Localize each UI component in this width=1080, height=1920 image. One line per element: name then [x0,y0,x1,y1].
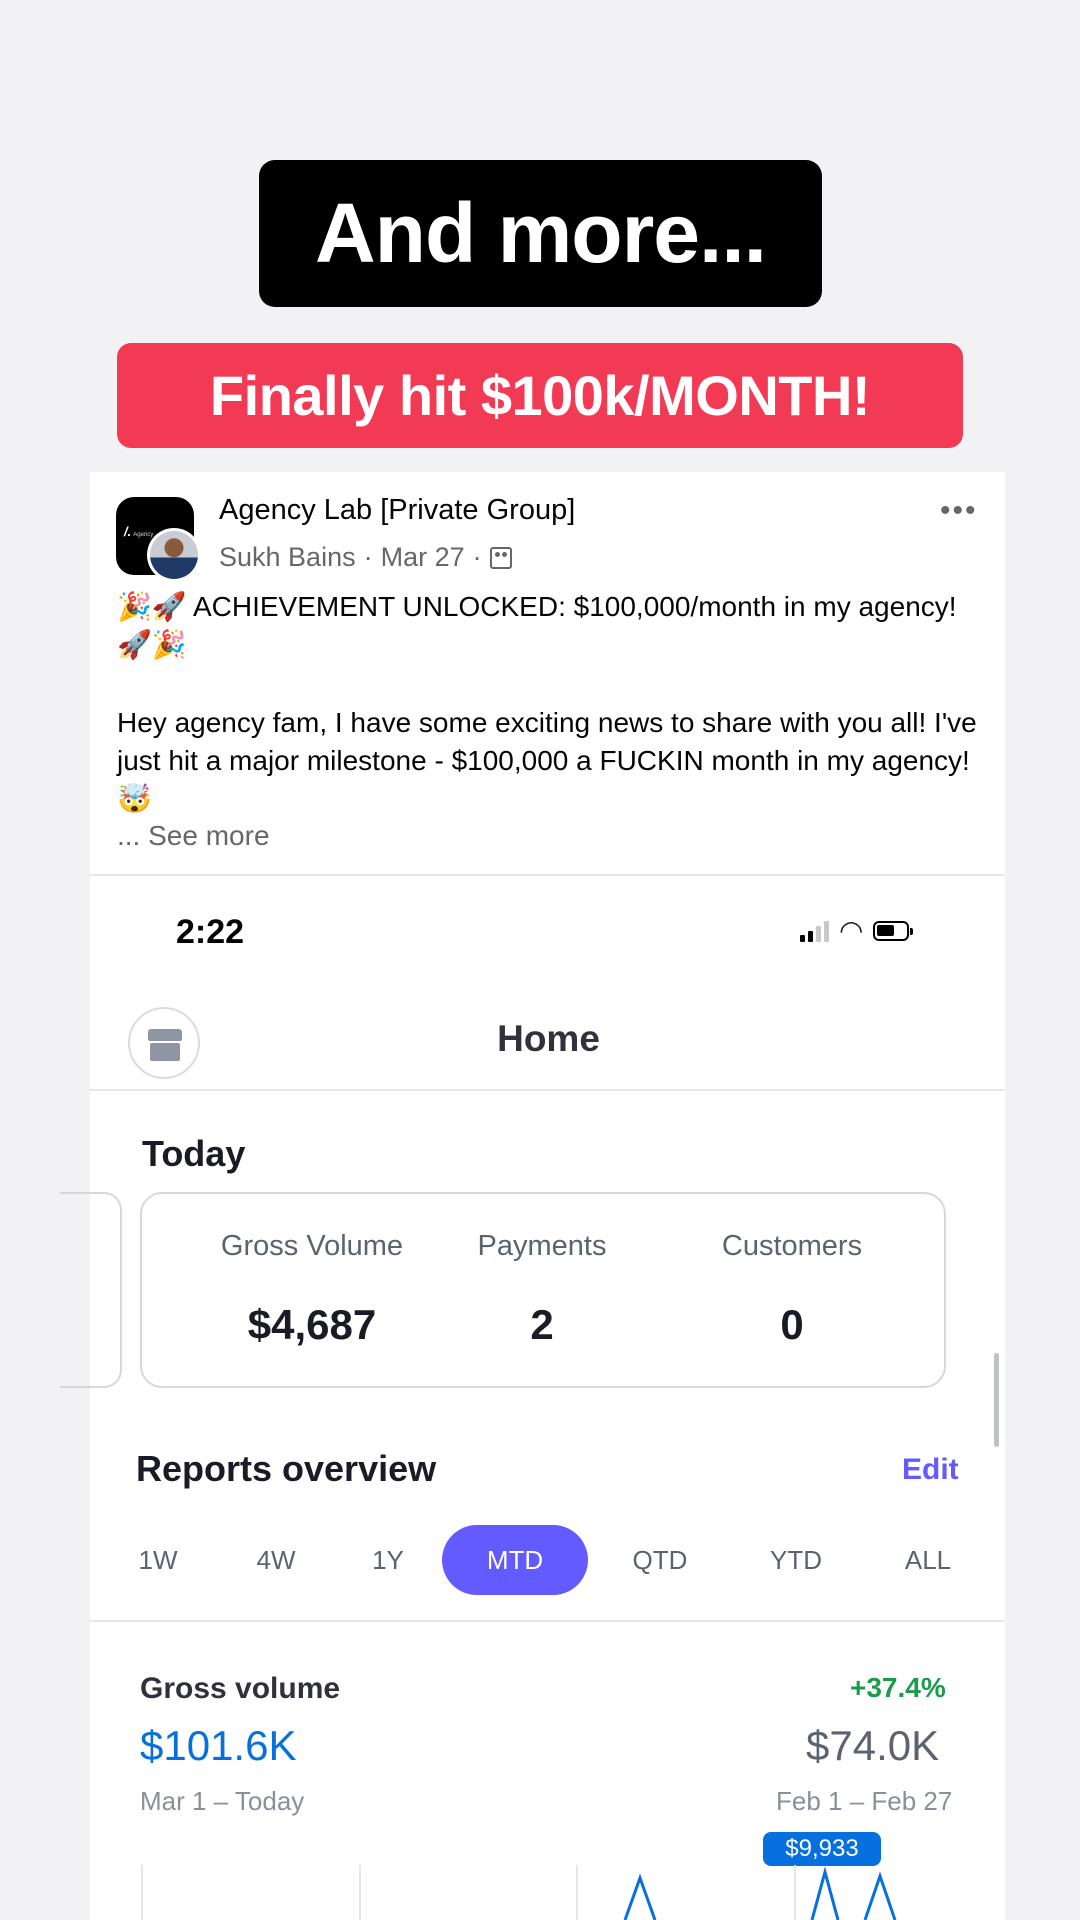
reports-title: Reports overview [136,1448,437,1489]
wifi-icon: ◠ [839,915,864,946]
today-stats-card[interactable]: Gross Volume $4,687 Payments 2 Customers… [140,1192,946,1388]
meta-separator: · [363,542,373,572]
post-headline: 🎉🚀 ACHIEVEMENT UNLOCKED: $100,000/month … [117,590,957,661]
tab-1w[interactable]: 1W [128,1525,188,1595]
nav-title: Home [497,1018,600,1059]
story-banner: Finally hit $100k/MONTH! [117,343,963,448]
mind-blown-emoji: 🤯 [117,782,152,815]
gross-volume-previous: $74.0K [806,1722,940,1769]
gross-volume-range: Mar 1 – Today [140,1786,305,1816]
gross-volume-label: Gross volume [140,1672,341,1705]
author-avatar[interactable] [147,528,201,582]
gross-volume-previous-range: Feb 1 – Feb 27 [776,1786,953,1816]
post-date[interactable]: Mar 27 [381,542,465,573]
story-headline: And more... [259,160,822,307]
stat-customers: Customers 0 [721,1230,863,1348]
chart-line [810,1866,840,1920]
today-title: Today [142,1133,246,1174]
more-dots-icon[interactable]: ••• [940,494,978,528]
meta-separator-2: · [472,542,482,572]
post-divider [90,874,1005,876]
group-name[interactable]: Agency Lab [Private Group] [219,494,575,527]
group-logo: /. Agency [124,524,154,539]
author-name[interactable]: Sukh Bains [219,542,356,573]
chart-line [623,1873,657,1920]
tab-1y[interactable]: 1Y [358,1525,418,1595]
reports-divider [90,1620,1005,1622]
post-meta: Sukh Bains · Mar 27 · [219,542,512,573]
tab-qtd[interactable]: QTD [620,1525,700,1595]
stat-payments: Payments 2 [477,1230,607,1348]
post-body: Hey agency fam, I have some exciting new… [117,707,977,815]
tab-ytd[interactable]: YTD [756,1525,836,1595]
party-rocket-emoji: 🎉🚀 [117,590,187,623]
nav-divider [90,1089,1005,1091]
status-time: 2:22 [176,913,245,951]
stat-gross-volume: Gross Volume $4,687 [220,1230,404,1348]
previous-card-edge[interactable] [60,1192,122,1388]
gross-volume-chart[interactable] [90,1860,1005,1920]
chart-line [863,1871,897,1920]
signal-icon [800,920,829,942]
see-more-link[interactable]: ... See more [117,817,987,855]
gross-volume-change: +37.4% [850,1672,946,1703]
gross-volume-value: $101.6K [140,1722,297,1769]
battery-icon [873,921,914,941]
tab-4w[interactable]: 4W [246,1525,306,1595]
edit-button[interactable]: Edit [902,1453,959,1487]
tab-all[interactable]: ALL [888,1525,968,1595]
status-icons: ◠ [800,915,914,946]
scrollbar[interactable] [994,1353,999,1447]
tab-mtd[interactable]: MTD [442,1525,588,1595]
rocket-party-emoji: 🚀🎉 [117,628,187,661]
members-icon [489,546,512,569]
